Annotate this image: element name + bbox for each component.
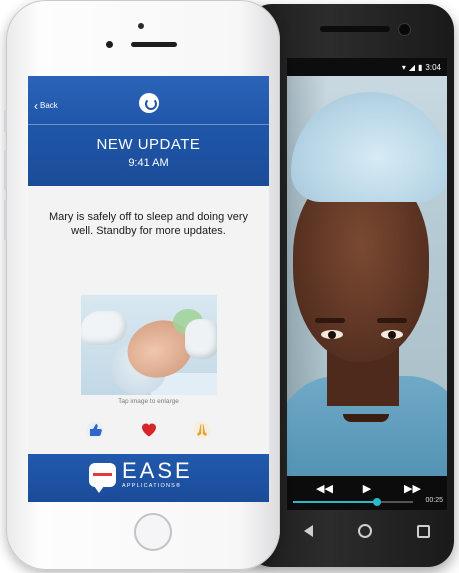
reaction-bar	[28, 421, 269, 443]
status-time: 3:04	[425, 62, 441, 72]
right-eye	[381, 330, 403, 339]
rewind-icon[interactable]: ◀◀	[316, 482, 333, 495]
video-seek-knob[interactable]	[373, 498, 381, 506]
video-seek-bar[interactable]	[293, 498, 413, 506]
video-time-label: 00:25	[425, 497, 443, 504]
video-controls: ◀◀ ▶ ▶▶ 00:25	[287, 476, 447, 510]
volume-up-button	[4, 150, 7, 190]
photo-glove-right	[185, 319, 217, 359]
home-nav-icon[interactable]	[357, 524, 372, 538]
android-status-bar: ▾ ◢ ▮ 3:04	[287, 58, 447, 76]
chat-heart-icon	[89, 463, 116, 493]
battery-icon: ▮	[418, 62, 423, 72]
play-icon[interactable]: ▶	[360, 482, 374, 495]
update-message: Mary is safely off to sleep and doing ve…	[48, 211, 249, 237]
chevron-left-icon: ‹	[34, 98, 38, 113]
heartbeat-icon	[93, 473, 112, 476]
nav-divider	[28, 124, 269, 125]
mute-switch	[4, 110, 7, 132]
mouth	[343, 414, 389, 422]
back-button[interactable]: ‹ Back	[34, 98, 58, 113]
iphone-front-camera	[106, 41, 113, 48]
brand-name: EASE	[122, 458, 193, 483]
heart-icon[interactable]	[140, 421, 158, 439]
android-camera	[398, 23, 411, 36]
signal-icon: ◢	[408, 62, 416, 72]
android-nav-bar	[282, 518, 452, 544]
android-screen: ▾ ◢ ▮ 3:04 ◀◀ ▶ ▶▶ 00:25	[287, 58, 447, 510]
update-time: 9:41 AM	[128, 157, 169, 169]
left-brow	[315, 318, 345, 323]
recents-nav-icon[interactable]	[416, 524, 430, 538]
video-seek-fill	[293, 501, 377, 503]
ios-status-bar	[28, 76, 269, 86]
right-brow	[377, 318, 407, 323]
thumbs-up-icon[interactable]	[86, 421, 104, 439]
left-eye	[321, 330, 343, 339]
android-speaker	[320, 26, 390, 32]
photo-glove-left	[81, 311, 127, 345]
app-logo-icon	[139, 93, 159, 113]
fast-forward-icon[interactable]: ▶▶	[404, 482, 421, 495]
volume-down-button	[4, 200, 7, 240]
update-photo[interactable]	[81, 295, 217, 395]
wifi-icon: ▾	[401, 62, 406, 72]
ease-logo: EASE APPLICATIONS®	[89, 458, 193, 493]
update-header: ‹ Back NEW UPDATE 9:41 AM	[28, 76, 269, 186]
brand-footer: EASE APPLICATIONS®	[28, 454, 269, 502]
praying-hands-icon[interactable]	[193, 421, 211, 439]
iphone-sensor	[138, 23, 144, 29]
iphone-home-button[interactable]	[134, 513, 172, 551]
photo-hint: Tap image to enlarge	[118, 398, 179, 405]
back-nav-icon[interactable]	[304, 525, 314, 537]
brand-subtitle: APPLICATIONS®	[122, 483, 182, 489]
video-player[interactable]	[287, 76, 447, 476]
back-label: Back	[40, 101, 58, 110]
iphone-screen: ‹ Back NEW UPDATE 9:41 AM Mary is safely…	[28, 76, 269, 502]
update-title: NEW UPDATE	[96, 136, 201, 153]
iphone-earpiece	[131, 42, 177, 47]
